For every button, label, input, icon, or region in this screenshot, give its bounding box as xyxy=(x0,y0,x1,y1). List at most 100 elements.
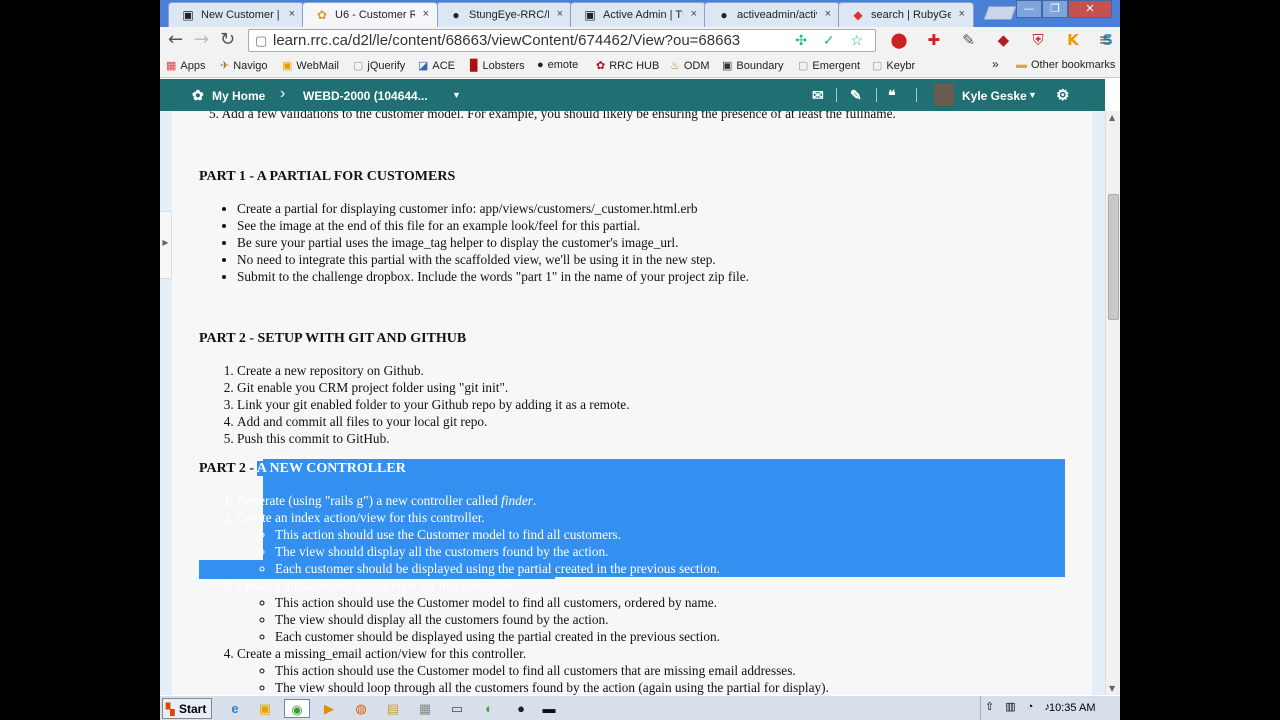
tab-active-admin[interactable]: ▣ Active Admin | The × xyxy=(570,2,706,27)
user-menu[interactable]: Kyle Geske xyxy=(962,89,1027,103)
tab-u6-customer[interactable]: ✿ U6 - Customer Rela × xyxy=(302,2,438,27)
course-selector[interactable]: WEBD-2000 (104644... xyxy=(303,89,428,103)
github-icon: ● xyxy=(720,8,728,22)
extension-icon[interactable]: ◆ xyxy=(988,31,1018,49)
new-tab-button[interactable] xyxy=(983,6,1017,20)
window-controls: — ❐ ✕ xyxy=(1016,0,1112,18)
settings-icon[interactable]: ⚙ xyxy=(1056,86,1069,104)
rrc-icon: ✿ xyxy=(596,60,606,72)
maximize-button[interactable]: ❐ xyxy=(1042,0,1068,18)
alerts-icon[interactable]: ✎ xyxy=(850,87,862,104)
list-item: This action should use the Customer mode… xyxy=(275,662,1079,679)
list-item: This action should use the Customer mode… xyxy=(275,594,1079,611)
menu-icon[interactable]: ≡ xyxy=(1099,30,1112,49)
bookmarks-overflow-button[interactable]: » xyxy=(992,57,999,71)
lobsters-icon: ▉ xyxy=(470,60,479,72)
bookmark-emergent[interactable]: ▢ Emergent xyxy=(798,59,860,72)
clock[interactable]: 10:35 AM xyxy=(1049,702,1095,714)
apps-icon: ▦ xyxy=(166,60,177,72)
bookmark-webmail[interactable]: ▣ WebMail xyxy=(282,59,339,72)
divider xyxy=(876,88,877,102)
cmd-icon[interactable]: ▬ xyxy=(538,699,560,718)
d2l-navbar: ✿ My Home › WEBD-2000 (104644... ▼ ✉ ✎ ❝… xyxy=(160,79,1105,111)
close-icon[interactable]: × xyxy=(289,8,295,20)
list-item: The view should loop through all the cus… xyxy=(275,679,1079,695)
notes-icon[interactable]: ▦ xyxy=(414,699,436,718)
chevron-down-icon[interactable]: ▼ xyxy=(1028,90,1037,100)
bookmark-navigo[interactable]: ✈ Navigo xyxy=(220,59,267,72)
extension-icon[interactable]: ⬤ xyxy=(884,31,914,49)
avatar[interactable] xyxy=(934,84,954,106)
bookmark-jquerify[interactable]: ▢ jQuerify xyxy=(353,59,405,72)
tab-label: search | RubyGems xyxy=(871,9,951,21)
part1-heading: PART 1 - A PARTIAL FOR CUSTOMERS xyxy=(199,169,456,184)
mail-icon[interactable]: ✉ xyxy=(812,87,824,104)
scroll-up-icon[interactable]: ▲ xyxy=(1109,113,1115,122)
obs-icon[interactable]: ● xyxy=(510,699,532,718)
list-item: The view should display all the customer… xyxy=(275,543,1079,560)
bookmark-lobsters[interactable]: ▉ Lobsters xyxy=(470,59,525,72)
extension-icon[interactable]: K xyxy=(1058,31,1088,49)
vertical-scrollbar[interactable]: ▲ ▼ xyxy=(1105,111,1120,695)
explorer-icon[interactable]: ▤ xyxy=(382,699,404,718)
chat-icon[interactable]: ❝ xyxy=(888,87,896,104)
firefox-icon[interactable]: ◍ xyxy=(350,699,372,718)
browser-window: ▣ New Customer | Cr × ✿ U6 - Customer Re… xyxy=(160,0,1120,720)
bookmark-apps[interactable]: ▦ Apps xyxy=(166,59,205,72)
system-tray: ⇧ ▥ ◔ ♪ 10:35 AM xyxy=(980,696,1120,720)
bookmark-keybr[interactable]: ▢ Keybr xyxy=(872,59,915,72)
scrollbar-thumb[interactable] xyxy=(1108,194,1119,320)
omnibox-icons[interactable]: ✣ ✓ ☆ xyxy=(795,32,869,49)
sidebar-toggle-icon[interactable]: ▶ xyxy=(160,211,172,279)
content-area: ▶ 5. Add a few validations to the custom… xyxy=(160,111,1105,695)
list-item: Submit to the challenge dropbox. Include… xyxy=(237,268,1079,285)
tray-icons[interactable]: ⇧ ▥ ◔ ♪ xyxy=(985,700,1054,713)
tab-activeadmin-github[interactable]: ● activeadmin/active × xyxy=(704,2,840,27)
folder-icon[interactable]: ▣ xyxy=(254,699,276,718)
extension-icon[interactable]: ⛨ xyxy=(1023,31,1053,49)
chevron-down-icon[interactable]: ▼ xyxy=(452,90,461,100)
bookmark-boundary[interactable]: ▣ Boundary xyxy=(722,59,784,72)
address-bar[interactable]: ▢ learn.rrc.ca/d2l/le/content/68663/view… xyxy=(248,29,876,52)
vlc-icon[interactable]: ▶ xyxy=(318,699,340,718)
ie-icon[interactable]: e xyxy=(224,699,246,718)
sub-list: This action should use the Customer mode… xyxy=(237,594,1079,645)
close-icon[interactable]: × xyxy=(557,8,563,20)
paint-icon[interactable]: ◐ xyxy=(478,699,500,718)
close-icon[interactable]: × xyxy=(959,8,965,20)
start-button[interactable]: ▚ Start xyxy=(162,698,212,719)
boundary-icon: ▣ xyxy=(722,60,733,72)
close-icon[interactable]: × xyxy=(825,8,831,20)
bookmark-odm[interactable]: ♨ ODM xyxy=(670,59,710,72)
reload-button[interactable]: ↻ xyxy=(220,30,235,50)
extension-icon[interactable]: ✚ xyxy=(919,31,949,49)
bookmark-emote[interactable]: ● emote xyxy=(537,59,578,71)
folder-icon: ▬ xyxy=(1016,59,1027,71)
close-window-button[interactable]: ✕ xyxy=(1068,0,1112,18)
forward-button[interactable]: → xyxy=(194,30,209,50)
list-item: The view should display all the customer… xyxy=(275,611,1079,628)
scroll-down-icon[interactable]: ▼ xyxy=(1109,684,1115,693)
terminal-icon[interactable]: ▭ xyxy=(446,699,468,718)
close-icon[interactable]: × xyxy=(691,8,697,20)
minimize-button[interactable]: — xyxy=(1016,0,1042,18)
part3-section: PART 2 - A NEW CONTROLLER Generate (usin… xyxy=(199,459,1079,695)
chrome-icon[interactable]: ◉ xyxy=(284,699,310,718)
tab-stungeye-github[interactable]: ● StungEye-RRC/Dev × xyxy=(436,2,572,27)
page-icon: ▢ xyxy=(872,60,883,72)
page-icon: ▢ xyxy=(255,33,268,48)
other-bookmarks-folder[interactable]: ▬ Other bookmarks xyxy=(1016,59,1115,71)
bookmark-ace[interactable]: ◪ ACE xyxy=(418,59,455,72)
my-home-link[interactable]: My Home xyxy=(212,89,265,103)
close-icon[interactable]: × xyxy=(423,8,429,20)
ace-icon: ◪ xyxy=(418,60,429,72)
bookmarks-bar: ▦ Apps ✈ Navigo ▣ WebMail ▢ jQuerify ◪ ACE ▉ L… xyxy=(160,54,1120,78)
part2-list: Create a new repository on Github. Git e… xyxy=(199,362,1079,447)
tab-label: activeadmin/active xyxy=(737,9,817,21)
extension-icon[interactable]: ✎ xyxy=(954,31,984,49)
bookmark-rrc-hub[interactable]: ✿ RRC HUB xyxy=(596,59,659,72)
tab-new-customer[interactable]: ▣ New Customer | Cr × xyxy=(168,2,304,27)
list-item: Each customer should be displayed using … xyxy=(275,560,1079,577)
tab-rubygems-search[interactable]: ◆ search | RubyGems × xyxy=(838,2,974,27)
back-button[interactable]: ← xyxy=(168,30,183,50)
